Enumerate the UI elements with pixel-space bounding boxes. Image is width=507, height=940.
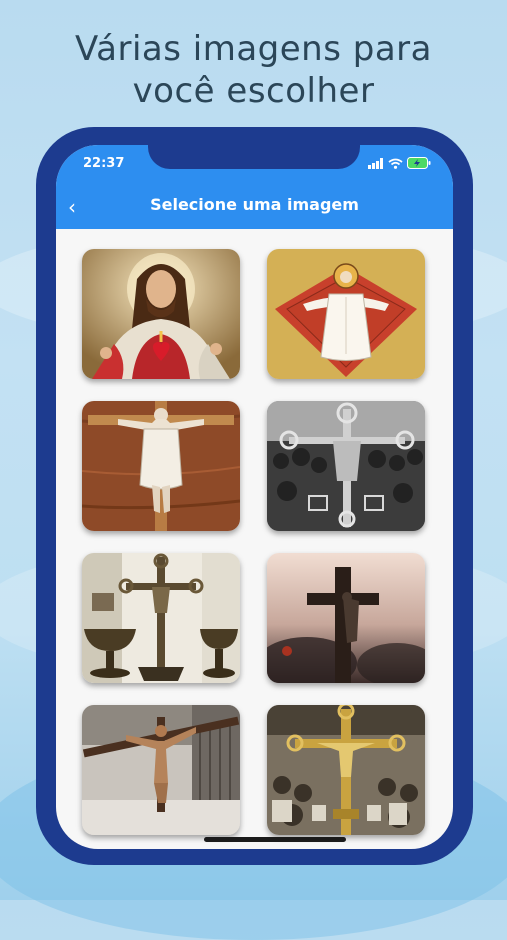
christ-tile-mosaic-image[interactable] [267, 249, 425, 379]
crucifix-sunset-image[interactable] [267, 553, 425, 683]
headline-line-2: você escolher [132, 71, 375, 111]
status-time: 22:37 [83, 156, 125, 171]
ornate-crucifix-bw-image[interactable] [267, 401, 425, 531]
sacred-heart-jesus-image[interactable] [82, 249, 240, 379]
image-grid [82, 249, 427, 835]
phone-frame: 22:37 ‹ Selecione uma imagem [36, 127, 473, 865]
home-indicator [204, 837, 346, 842]
battery-charging-icon [407, 157, 431, 169]
status-icons [368, 157, 431, 169]
wooden-cross-christ-image[interactable] [82, 401, 240, 531]
promo-headline: Várias imagens para você escolher [0, 28, 507, 112]
wifi-icon [388, 158, 403, 169]
signal-icon [368, 157, 383, 169]
golden-crucifix-congregation-image[interactable] [267, 705, 425, 835]
page-title: Selecione uma imagem [150, 195, 359, 214]
phone-screen: 22:37 ‹ Selecione uma imagem [56, 145, 453, 849]
phone-notch [148, 145, 360, 169]
altar-crucifix-chalices-image[interactable] [82, 553, 240, 683]
headline-line-1: Várias imagens para [75, 29, 432, 69]
church-crucifix-image[interactable] [82, 705, 240, 835]
app-bar: 22:37 ‹ Selecione uma imagem [56, 145, 453, 229]
